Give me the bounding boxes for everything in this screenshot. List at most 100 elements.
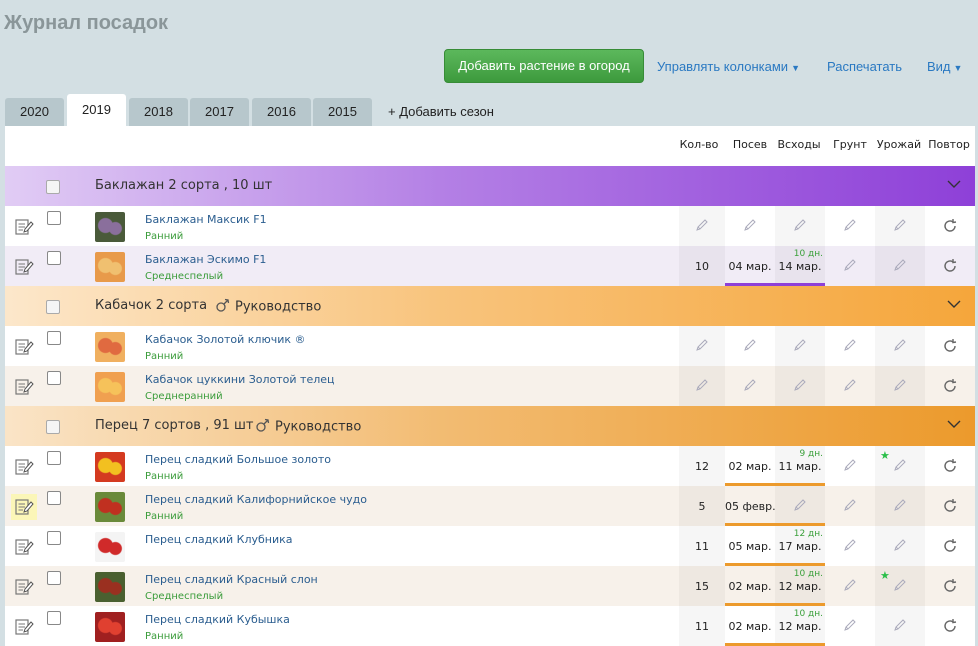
cell-ground[interactable] <box>825 366 875 406</box>
pencil-icon[interactable] <box>695 218 709 235</box>
cell-sow[interactable]: 02 мар. <box>725 606 775 646</box>
tab-2018[interactable]: 2018 <box>129 98 188 126</box>
pencil-icon[interactable] <box>695 338 709 355</box>
pencil-icon[interactable] <box>743 218 757 235</box>
cell-sow[interactable] <box>725 326 775 366</box>
plant-name-link[interactable]: Баклажан Максик F1 <box>145 213 267 226</box>
cell-harvest[interactable]: ★ <box>875 446 925 486</box>
cell-qty[interactable]: 11 <box>679 606 725 646</box>
repeat-icon[interactable] <box>941 617 959 638</box>
cell-sow[interactable] <box>725 206 775 246</box>
print-link[interactable]: Распечатать <box>827 59 902 74</box>
repeat-icon[interactable] <box>941 337 959 358</box>
pencil-icon[interactable] <box>843 338 857 355</box>
cell-sow[interactable]: 05 февр. <box>725 486 776 526</box>
cell-harvest[interactable] <box>875 606 925 646</box>
row-checkbox[interactable] <box>47 571 61 585</box>
column-header[interactable]: Грунт <box>833 138 867 151</box>
tab-2017[interactable]: 2017 <box>190 98 249 126</box>
cell-ground[interactable] <box>825 246 875 286</box>
pencil-icon[interactable] <box>893 498 907 515</box>
row-checkbox[interactable] <box>47 611 61 625</box>
notes-icon[interactable] <box>11 454 37 480</box>
repeat-icon[interactable] <box>941 537 959 558</box>
cell-harvest[interactable] <box>875 526 925 566</box>
plant-name-link[interactable]: Кабачок Золотой ключик ® <box>145 333 306 346</box>
group-header[interactable]: Баклажан 2 сорта , 10 шт <box>5 166 975 206</box>
notes-icon[interactable] <box>11 534 37 560</box>
cell-qty[interactable] <box>679 366 725 406</box>
pencil-icon[interactable] <box>743 378 757 395</box>
cell-ground[interactable] <box>825 446 875 486</box>
pencil-icon[interactable] <box>793 378 807 395</box>
repeat-icon[interactable] <box>941 217 959 238</box>
cell-qty[interactable] <box>679 326 725 366</box>
cell-ground[interactable] <box>825 566 875 606</box>
group-checkbox[interactable] <box>46 300 60 314</box>
guide-link[interactable]: Руководство <box>255 417 361 437</box>
cell-repeat[interactable] <box>925 566 975 606</box>
pencil-icon[interactable] <box>843 618 857 635</box>
cell-sprouts[interactable] <box>775 206 825 246</box>
group-checkbox[interactable] <box>46 420 60 434</box>
tab-2015[interactable]: 2015 <box>313 98 372 126</box>
plant-name-link[interactable]: Перец сладкий Большое золото <box>145 453 331 466</box>
pencil-icon[interactable] <box>843 498 857 515</box>
add-season-link[interactable]: + Добавить сезон <box>388 98 494 126</box>
cell-qty[interactable] <box>679 206 725 246</box>
plant-name-link[interactable]: Перец сладкий Красный слон <box>145 573 318 586</box>
pencil-icon[interactable] <box>793 498 807 515</box>
pencil-icon[interactable] <box>843 578 857 595</box>
view-menu[interactable]: Вид ▼ <box>927 59 962 74</box>
cell-qty[interactable]: 12 <box>679 446 725 486</box>
cell-qty[interactable]: 15 <box>679 566 725 606</box>
notes-icon[interactable] <box>11 614 37 640</box>
cell-repeat[interactable] <box>925 606 975 646</box>
cell-sprouts[interactable] <box>775 326 825 366</box>
group-checkbox[interactable] <box>46 180 60 194</box>
pencil-icon[interactable] <box>793 218 807 235</box>
cell-ground[interactable] <box>825 486 875 526</box>
group-header[interactable]: Перец 7 сортов , 91 шт Руководство <box>5 406 975 446</box>
pencil-icon[interactable] <box>695 378 709 395</box>
pencil-icon[interactable] <box>843 218 857 235</box>
add-plant-button[interactable]: Добавить растение в огород <box>444 49 644 83</box>
cell-ground[interactable] <box>825 606 875 646</box>
row-checkbox[interactable] <box>47 531 61 545</box>
cell-ground[interactable] <box>825 206 875 246</box>
plant-name-link[interactable]: Перец сладкий Кубышка <box>145 613 290 626</box>
notes-icon[interactable] <box>11 334 37 360</box>
cell-sprouts[interactable]: 11 мар. 9 дн. <box>775 446 825 486</box>
repeat-icon[interactable] <box>941 577 959 598</box>
cell-harvest[interactable] <box>875 366 925 406</box>
row-checkbox[interactable] <box>47 211 61 225</box>
cell-ground[interactable] <box>825 526 875 566</box>
cell-qty[interactable]: 11 <box>679 526 725 566</box>
pencil-icon[interactable] <box>843 378 857 395</box>
group-header[interactable]: Кабачок 2 сорта Руководство <box>5 286 975 326</box>
pencil-icon[interactable] <box>893 258 907 275</box>
pencil-icon[interactable] <box>743 338 757 355</box>
column-header[interactable]: Всходы <box>777 138 820 151</box>
cell-repeat[interactable] <box>925 526 975 566</box>
cell-sow[interactable] <box>725 366 775 406</box>
pencil-icon[interactable] <box>893 578 907 595</box>
row-checkbox[interactable] <box>47 451 61 465</box>
repeat-icon[interactable] <box>941 497 959 518</box>
plant-name-link[interactable]: Перец сладкий Калифорнийское чудо <box>145 493 367 506</box>
cell-repeat[interactable] <box>925 486 975 526</box>
cell-harvest[interactable]: ★ <box>875 566 925 606</box>
tab-2020[interactable]: 2020 <box>5 98 64 126</box>
pencil-icon[interactable] <box>893 338 907 355</box>
cell-harvest[interactable] <box>875 246 925 286</box>
cell-ground[interactable] <box>825 326 875 366</box>
pencil-icon[interactable] <box>843 538 857 555</box>
repeat-icon[interactable] <box>941 457 959 478</box>
cell-harvest[interactable] <box>875 206 925 246</box>
cell-repeat[interactable] <box>925 446 975 486</box>
notes-icon[interactable] <box>11 374 37 400</box>
cell-sow[interactable]: 05 мар. <box>725 526 775 566</box>
pencil-icon[interactable] <box>843 458 857 475</box>
pencil-icon[interactable] <box>893 618 907 635</box>
repeat-icon[interactable] <box>941 377 959 398</box>
